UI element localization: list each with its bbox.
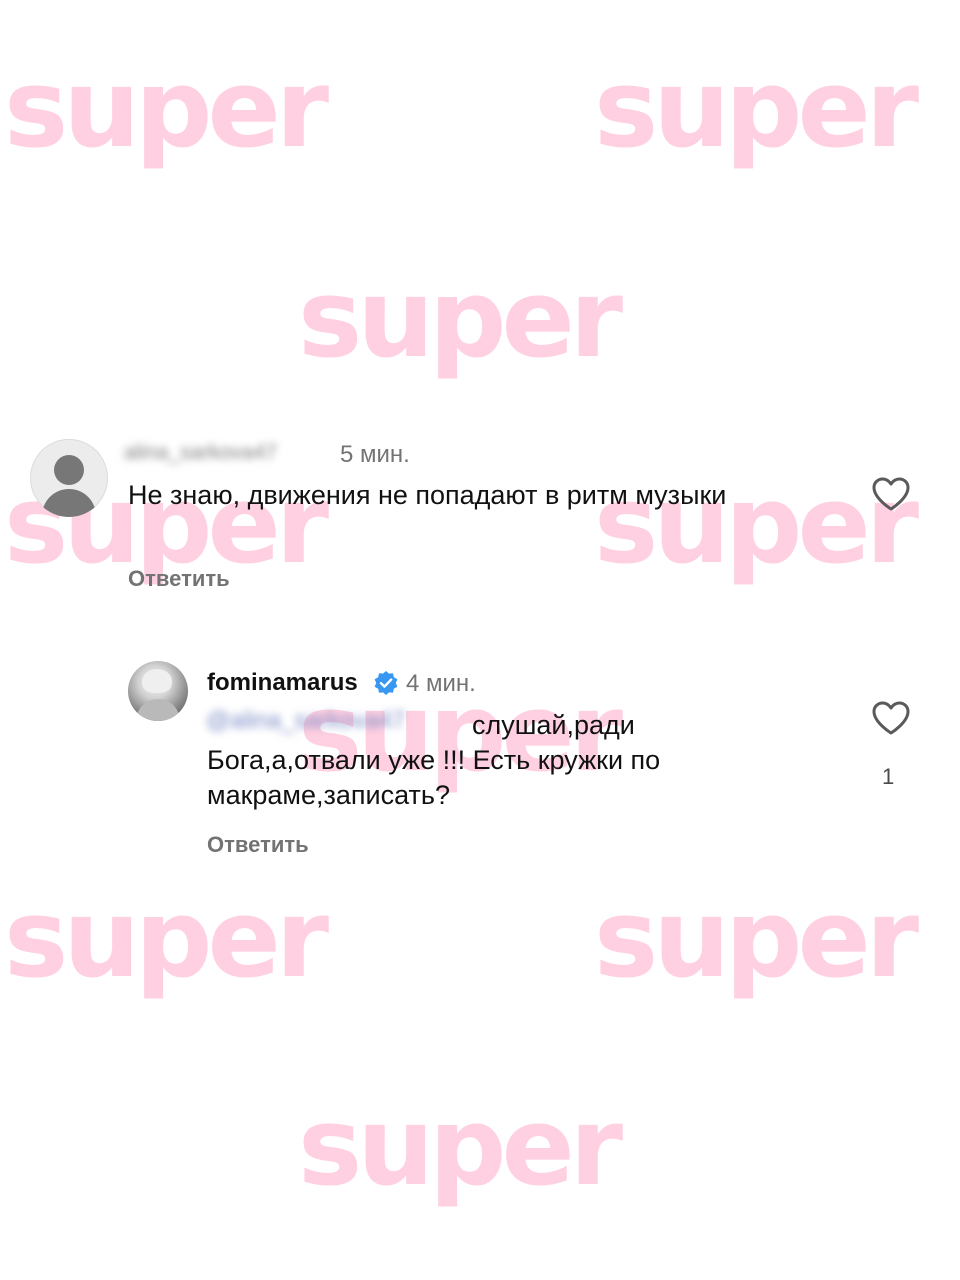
comment-timestamp: 5 мин. [340,441,410,468]
profile-photo-avatar[interactable] [128,661,188,721]
avatar-head-shape [54,455,84,485]
heart-outline-icon[interactable] [871,476,911,512]
watermark-text: super [298,1085,623,1210]
avatar-body-shape [42,489,96,517]
reply-button[interactable]: Ответить [207,832,309,858]
avatar-photo-hair-shape [142,669,172,693]
watermark-text: super [594,877,919,1002]
heart-outline-icon[interactable] [871,700,911,736]
watermark-text: super [4,47,329,172]
verified-badge-icon [374,671,398,695]
comment-timestamp: 4 мин. [406,670,476,697]
comment-text-first-line: слушай,ради [472,710,635,740]
comment-username-blurred[interactable]: alina_sarkova47 [124,441,277,465]
watermark-text: super [298,257,623,382]
avatar-photo-shoulder-shape [136,699,180,721]
watermark-text: super [4,877,329,1002]
watermark-text: super [594,47,919,172]
comment-username[interactable]: fominamarus [207,669,358,697]
like-count[interactable]: 1 [882,764,894,790]
reply-button[interactable]: Ответить [128,566,230,592]
mention-link-blurred[interactable]: @alina_sarkova47 [206,707,405,735]
comment-text-continuation: Бога,а,отвали уже !!! Есть кружки по мак… [207,745,661,810]
comment-text: Не знаю, движения не попадают в ритм муз… [128,480,727,510]
default-avatar-icon[interactable] [30,439,108,517]
